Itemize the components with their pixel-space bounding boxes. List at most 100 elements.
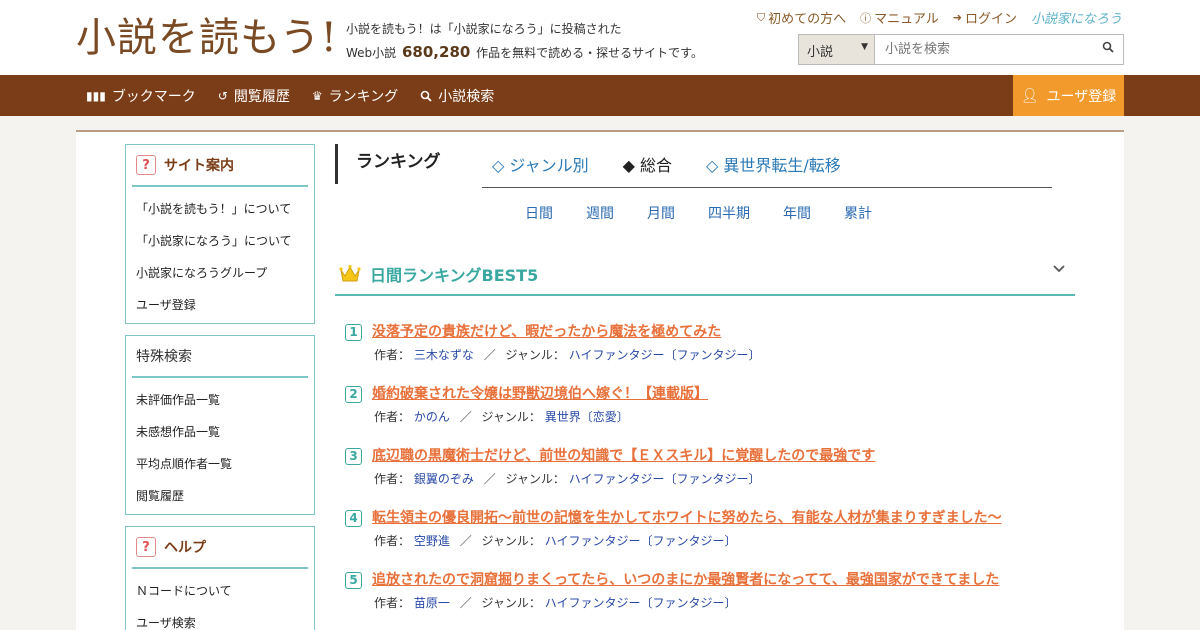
author-link[interactable]: 三木なずな bbox=[414, 348, 474, 362]
user-icon: 👤︎ bbox=[1020, 87, 1039, 104]
author-link[interactable]: 銀翼のぞみ bbox=[414, 472, 474, 486]
question-circle-icon: ⓘ bbox=[860, 11, 872, 25]
beginner-link[interactable]: ⛉ 初めての方へ bbox=[757, 8, 846, 28]
period-monthly[interactable]: 月間 bbox=[647, 203, 675, 223]
register-button[interactable]: 👤︎ ユーザ登録 bbox=[1013, 75, 1124, 116]
tab-divider bbox=[482, 187, 1052, 188]
site-guide-header: ? サイト案内 bbox=[132, 145, 308, 187]
sidebar-item-no-impressions[interactable]: 未感想作品一覧 bbox=[126, 416, 314, 448]
nav-bookmark[interactable]: ▮▮▮ ブックマーク bbox=[86, 86, 196, 106]
author-link[interactable]: 苗原一 bbox=[414, 596, 450, 610]
sidebar-item-user-search[interactable]: ユーザ検索 bbox=[126, 607, 314, 630]
manual-link[interactable]: ⓘ マニュアル bbox=[860, 8, 939, 28]
nav-items: ▮▮▮ ブックマーク ↺ 閲覧履歴 ♛ ランキング 小説検索 bbox=[86, 75, 494, 116]
chevron-down-icon[interactable] bbox=[1053, 262, 1065, 278]
genre-link[interactable]: ハイファンタジー〔ファンタジー〕 bbox=[545, 534, 737, 548]
novel-meta: 作者： かのん ／ ジャンル： 異世界〔恋愛〕 bbox=[374, 408, 629, 425]
site-header: 小説を読もう! 小説を読もう！は「小説家になろう」に投稿された Web小説 68… bbox=[0, 0, 1200, 75]
genre-label: ジャンル： bbox=[481, 410, 541, 424]
genre-label: ジャンル： bbox=[505, 348, 565, 362]
sidebar-item-avg-score-authors[interactable]: 平均点順作者一覧 bbox=[126, 448, 314, 480]
rank-badge: 1 bbox=[345, 324, 362, 341]
tagline-prefix: Web小説 bbox=[346, 46, 397, 60]
period-yearly[interactable]: 年間 bbox=[783, 203, 811, 223]
sidebar-item-history[interactable]: 閲覧履歴 bbox=[126, 480, 314, 512]
tab-isekai[interactable]: ◇ 異世界転生/転移 bbox=[706, 152, 841, 176]
sidebar-item-narou-group[interactable]: 小説家になろうグループ bbox=[126, 257, 314, 289]
top-links: ⛉ 初めての方へ ⓘ マニュアル ➜ ログイン 小説家になろう bbox=[757, 8, 1122, 28]
nav-search[interactable]: 小説検索 bbox=[420, 86, 494, 106]
author-link[interactable]: かのん bbox=[414, 410, 450, 424]
manual-link-label: マニュアル bbox=[874, 12, 939, 27]
narou-logo-link[interactable]: 小説家になろう bbox=[1031, 8, 1122, 27]
period-links: 日間 週間 月間 四半期 年間 累計 bbox=[525, 203, 905, 223]
daily-best5-header[interactable]: 日間ランキングBEST5 bbox=[335, 256, 1075, 296]
search-category-value: 小説 bbox=[807, 45, 834, 60]
tab-overall[interactable]: ◆ 総合 bbox=[623, 152, 672, 176]
genre-link[interactable]: ハイファンタジー〔ファンタジー〕 bbox=[569, 472, 761, 486]
search-box: 小説 ▼ bbox=[798, 34, 1124, 65]
separator: ／ bbox=[459, 410, 472, 424]
nav-ranking[interactable]: ♛ ランキング bbox=[312, 86, 398, 106]
work-count: 680,280 bbox=[402, 43, 471, 61]
genre-link[interactable]: ハイファンタジー〔ファンタジー〕 bbox=[569, 348, 761, 362]
novel-title-link[interactable]: 底辺職の黒魔術士だけど、前世の知識で【ＥＸスキル】に覚醒したので最強です bbox=[372, 445, 875, 465]
tagline-line1: 小説を読もう！は「小説家になろう」に投稿された bbox=[346, 22, 622, 36]
special-search-list: 未評価作品一覧 未感想作品一覧 平均点順作者一覧 閲覧履歴 bbox=[126, 378, 314, 518]
rank-badge: 3 bbox=[345, 448, 362, 465]
genre-label: ジャンル： bbox=[505, 472, 565, 486]
question-mark-icon: ? bbox=[136, 155, 156, 175]
site-guide-title: サイト案内 bbox=[164, 158, 234, 174]
site-guide-list: 「小説を読もう！」について 「小説家になろう」について 小説家になろうグループ … bbox=[126, 187, 314, 327]
login-link[interactable]: ➜ ログイン bbox=[953, 8, 1017, 27]
site-logo[interactable]: 小説を読もう! bbox=[76, 12, 338, 64]
search-category-select[interactable]: 小説 ▼ bbox=[799, 35, 875, 64]
special-search-header: 特殊検索 bbox=[132, 336, 308, 378]
search-icon bbox=[420, 90, 432, 102]
sidebar-item-about-yomou[interactable]: 「小説を読もう！」について bbox=[126, 193, 314, 225]
genre-link[interactable]: ハイファンタジー〔ファンタジー〕 bbox=[545, 596, 737, 610]
period-total[interactable]: 累計 bbox=[844, 203, 872, 223]
sidebar-site-guide: ? サイト案内 「小説を読もう！」について 「小説家になろう」について 小説家に… bbox=[125, 144, 315, 324]
nav-history[interactable]: ↺ 閲覧履歴 bbox=[218, 86, 290, 106]
nav-bookmark-label: ブックマーク bbox=[111, 88, 196, 105]
sidebar-item-register[interactable]: ユーザ登録 bbox=[126, 289, 314, 321]
search-icon bbox=[1102, 41, 1114, 53]
novel-title-link[interactable]: 転生領主の優良開拓〜前世の記憶を生かしてホワイトに努めたら、有能な人材が集まりす… bbox=[372, 507, 1002, 527]
period-weekly[interactable]: 週間 bbox=[586, 203, 614, 223]
login-arrow-icon: ➜ bbox=[952, 11, 962, 24]
main-panel: ? サイト案内 「小説を読もう！」について 「小説家になろう」について 小説家に… bbox=[76, 130, 1124, 630]
search-button[interactable] bbox=[1093, 35, 1123, 64]
login-link-label: ログイン bbox=[964, 12, 1017, 27]
author-label: 作者： bbox=[374, 348, 411, 362]
tab-genre[interactable]: ◇ ジャンル別 bbox=[492, 152, 589, 176]
separator: ／ bbox=[483, 472, 496, 486]
history-icon: ↺ bbox=[217, 88, 228, 103]
author-label: 作者： bbox=[374, 596, 411, 610]
separator: ／ bbox=[483, 348, 496, 362]
special-search-title: 特殊検索 bbox=[136, 349, 192, 365]
novel-title-link[interactable]: 婚約破棄された令嬢は野獣辺境伯へ嫁ぐ！【連載版】 bbox=[372, 383, 708, 403]
sidebar-item-about-narou[interactable]: 「小説家になろう」について bbox=[126, 225, 314, 257]
search-input[interactable] bbox=[875, 35, 1093, 64]
rank-badge: 4 bbox=[345, 510, 362, 527]
period-daily[interactable]: 日間 bbox=[525, 203, 553, 223]
sidebar-item-unrated[interactable]: 未評価作品一覧 bbox=[126, 384, 314, 416]
novel-title-link[interactable]: 追放されたので洞窟掘りまくってたら、いつのまにか最強賢者になってて、最強国家がで… bbox=[372, 569, 999, 589]
genre-label: ジャンル： bbox=[481, 596, 541, 610]
period-quarterly[interactable]: 四半期 bbox=[708, 203, 750, 223]
author-link[interactable]: 空野進 bbox=[414, 534, 450, 548]
nav-history-label: 閲覧履歴 bbox=[233, 88, 290, 105]
sidebar-item-ncode[interactable]: Ｎコードについて bbox=[126, 575, 314, 607]
help-list: Ｎコードについて ユーザ検索 bbox=[126, 569, 314, 630]
question-mark-icon: ? bbox=[136, 537, 156, 557]
novel-title-link[interactable]: 没落予定の貴族だけど、暇だったから魔法を極めてみた bbox=[372, 321, 721, 341]
sidebar-help: ? ヘルプ Ｎコードについて ユーザ検索 bbox=[125, 526, 315, 630]
help-title: ヘルプ bbox=[164, 540, 206, 556]
register-button-label: ユーザ登録 bbox=[1046, 88, 1117, 105]
bookmark-books-icon: ▮▮▮ bbox=[86, 88, 106, 103]
rank-badge: 2 bbox=[345, 386, 362, 403]
genre-link[interactable]: 異世界〔恋愛〕 bbox=[545, 410, 629, 424]
novel-meta: 作者： 空野進 ／ ジャンル： ハイファンタジー〔ファンタジー〕 bbox=[374, 532, 737, 549]
nav-ranking-label: ランキング bbox=[328, 88, 399, 105]
